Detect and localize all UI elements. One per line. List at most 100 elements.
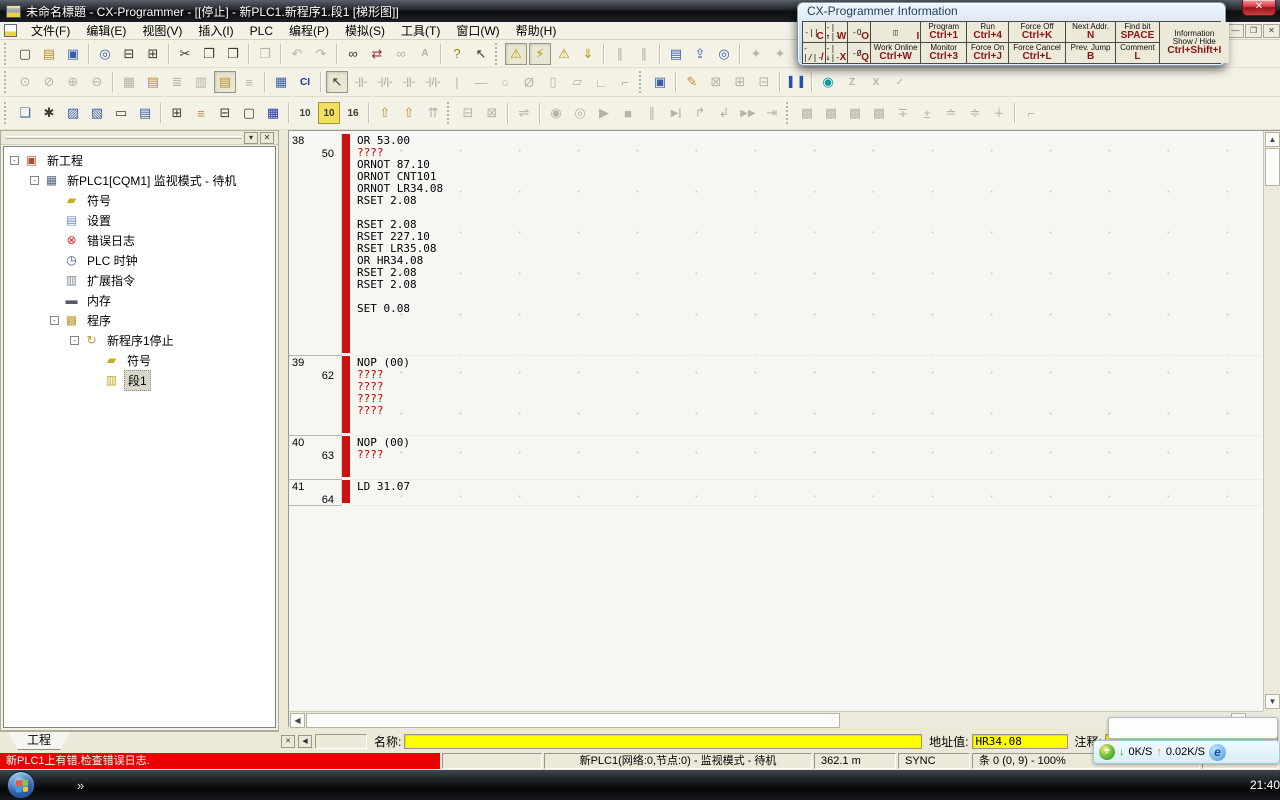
pager-z-button[interactable]: Z <box>841 71 863 93</box>
toolbar-grip[interactable] <box>447 102 452 124</box>
selection-mode-button[interactable]: ↖ <box>326 71 348 93</box>
panel-splitter[interactable] <box>279 130 288 752</box>
rung-content[interactable]: NOP (00)???? <box>350 436 1262 480</box>
symbol-bar-button[interactable]: ▤ <box>214 71 236 93</box>
edit-annotation-button[interactable]: ⊞ <box>729 71 751 93</box>
rung-41[interactable]: 4164LD 31.07 <box>289 480 1262 506</box>
rung-40[interactable]: 4063NOP (00)???? <box>289 436 1262 480</box>
print-preview-button[interactable]: ⊞ <box>142 43 164 65</box>
delete-line-button[interactable]: ⌐ <box>614 71 636 93</box>
time-chart-monitor-button[interactable]: ▩ <box>844 102 866 124</box>
mdi-restore-button[interactable]: ❐ <box>1245 24 1262 38</box>
tree-item-memory[interactable]: -▬内存 <box>4 290 275 310</box>
tree-item-new-program1[interactable]: -↻新程序1停止 <box>4 330 275 350</box>
program-check-button[interactable]: ▤ <box>665 43 687 65</box>
sim-step-in-button[interactable]: ↱ <box>689 102 711 124</box>
tree-item-section1[interactable]: -▥段1 <box>4 370 275 390</box>
scroll-left-button[interactable]: ◀ <box>290 713 305 728</box>
find-next-button[interactable]: ∞ <box>390 43 412 65</box>
monitor-start-button[interactable]: ⇧ <box>374 102 396 124</box>
new-vertical-line-button[interactable]: | <box>446 71 468 93</box>
tree-pin-button[interactable]: ▾ <box>244 132 258 144</box>
context-help-button[interactable]: ↖ <box>470 43 492 65</box>
tab-project[interactable]: 工程 <box>8 732 70 750</box>
force-reset-button[interactable]: ± <box>916 102 938 124</box>
fields-close-button[interactable]: ✕ <box>281 735 295 748</box>
work-online-button[interactable]: ⚠ <box>505 43 527 65</box>
set-new-value-button[interactable]: ≑ <box>964 102 986 124</box>
clear-breakpoints-button[interactable]: ◎ <box>569 102 591 124</box>
online-edit-button[interactable]: ◎ <box>713 43 735 65</box>
new-or-contact-button[interactable]: -||- <box>398 71 420 93</box>
open-file-button[interactable]: ▤ <box>38 43 60 65</box>
new-horizontal-line-button[interactable]: — <box>470 71 492 93</box>
differentiate-monitor-button[interactable]: ∔ <box>988 102 1010 124</box>
cut-button[interactable]: ✂ <box>174 43 196 65</box>
display-hex-button[interactable]: 16 <box>342 102 364 124</box>
vertical-scrollbar[interactable]: ▲ ▼ <box>1263 131 1280 711</box>
toolbar-grip[interactable] <box>786 102 791 124</box>
tree-item-program-symbols[interactable]: -▰符号 <box>4 350 275 370</box>
transfer-monitor-button[interactable]: ⇓ <box>577 43 599 65</box>
monitor-mode-button[interactable]: ⚡ <box>529 43 551 65</box>
fields-back-button[interactable]: ◀ <box>298 735 312 748</box>
edit-comments-button[interactable]: ✎ <box>681 71 703 93</box>
force-set-button[interactable]: ∓ <box>892 102 914 124</box>
menu-item-1[interactable]: 编辑(E) <box>78 22 134 40</box>
sim-step-out-button[interactable]: ↲ <box>713 102 735 124</box>
selection-tool-button[interactable]: ⌐ <box>1020 102 1042 124</box>
data-trace-button[interactable]: ▩ <box>820 102 842 124</box>
sim-scan-run-button[interactable]: ⇥ <box>761 102 783 124</box>
sim-continuous-step-button[interactable]: ▶▶ <box>737 102 759 124</box>
monitor-pause-button[interactable]: ⇧ <box>398 102 420 124</box>
tree-item-new-project[interactable]: -▣新工程 <box>4 150 275 170</box>
field-selector[interactable] <box>315 734 367 749</box>
collapse-icon[interactable]: - <box>10 156 19 165</box>
new-closed-coil-button[interactable]: Ø <box>518 71 540 93</box>
ie-browser-icon[interactable]: e <box>1209 744 1226 761</box>
search-in-project-button[interactable]: ◎ <box>94 43 116 65</box>
online-find-button[interactable]: ⚠ <box>553 43 575 65</box>
menu-item-9[interactable]: 帮助(H) <box>508 22 565 40</box>
connect-line-button[interactable]: ∟ <box>590 71 612 93</box>
tree-item-expansion-instructions[interactable]: -▥扩展指令 <box>4 270 275 290</box>
sim-stop-button[interactable]: ■ <box>617 102 639 124</box>
start-button[interactable] <box>7 771 35 799</box>
cycle-time-monitor-button[interactable]: ▩ <box>796 102 818 124</box>
name-field[interactable] <box>404 734 922 749</box>
rung-content[interactable]: LD 31.07 <box>350 480 1262 506</box>
copy-button[interactable]: ❐ <box>198 43 220 65</box>
sim-run-button[interactable]: ▶ <box>593 102 615 124</box>
toolbar-grip[interactable] <box>639 71 644 93</box>
new-contact-button[interactable]: -||- <box>350 71 372 93</box>
zoom-out-button[interactable]: ⊖ <box>86 71 108 93</box>
new-or-closed-contact-button[interactable]: -|/|- <box>422 71 444 93</box>
collapse-icon[interactable]: - <box>30 176 39 185</box>
rung-dividers-button[interactable]: ≡ <box>238 71 260 93</box>
rung-content[interactable]: NOP (00)???????????????? <box>350 356 1262 436</box>
chevron-icon[interactable]: » <box>77 778 84 793</box>
display-decimal-button[interactable]: 10 <box>294 102 316 124</box>
tree-item-plc-clock[interactable]: -◷PLC 时钟 <box>4 250 275 270</box>
new-view-button[interactable]: ❏ <box>14 102 36 124</box>
sim-pause-button[interactable]: ∥ <box>641 102 663 124</box>
force-cancel-all-button[interactable]: ≐ <box>940 102 962 124</box>
simulator-online-button[interactable]: ⊟ <box>457 102 479 124</box>
scroll-up-button[interactable]: ▲ <box>1265 132 1280 147</box>
save-file-button[interactable]: ▣ <box>62 43 84 65</box>
symbol-display-button[interactable]: ▤ <box>142 71 164 93</box>
tree-close-button[interactable]: ✕ <box>260 132 274 144</box>
address-field[interactable]: HR34.08 <box>972 734 1068 749</box>
differential-monitor-button[interactable]: ⇈ <box>422 102 444 124</box>
pager-x-button[interactable]: X <box>865 71 887 93</box>
profile-monitor-button[interactable]: ▩ <box>868 102 890 124</box>
find-button[interactable]: ∞ <box>342 43 364 65</box>
rung-39[interactable]: 3962NOP (00)???????????????? <box>289 356 1262 436</box>
simulator-settings-button[interactable]: ⊠ <box>481 102 503 124</box>
pause-button[interactable]: ∥ <box>633 43 655 65</box>
address-view-button[interactable]: ▧ <box>86 102 108 124</box>
redo-button[interactable]: ↷ <box>310 43 332 65</box>
undo-button[interactable]: ↶ <box>286 43 308 65</box>
grid-toggle-button[interactable]: ▦ <box>118 71 140 93</box>
menu-item-7[interactable]: 工具(T) <box>393 22 448 40</box>
